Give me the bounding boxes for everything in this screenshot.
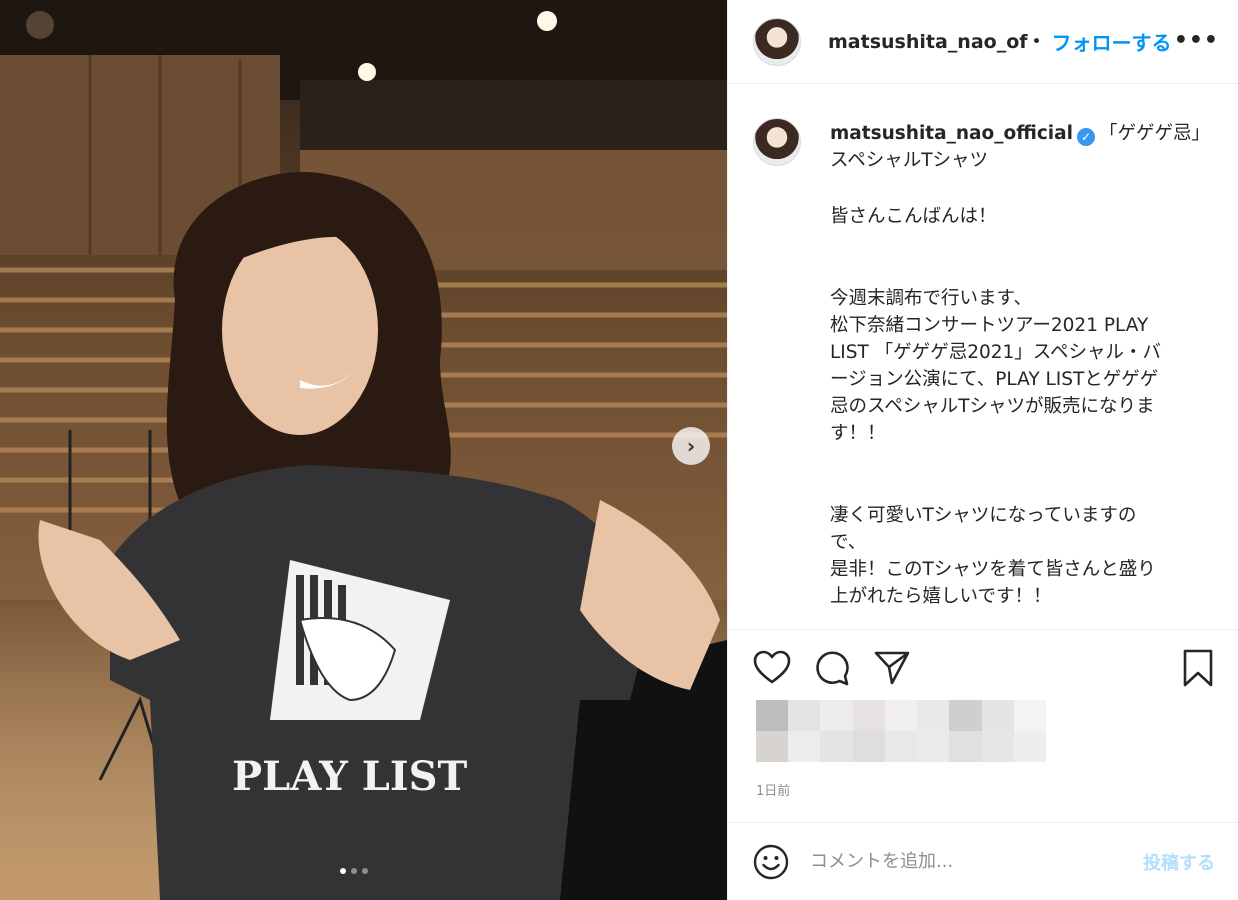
post-timestamp[interactable]: 1日前 (756, 780, 790, 799)
caption-username[interactable]: matsushita_nao_official (830, 123, 1073, 144)
bookmark-icon[interactable] (1178, 648, 1218, 688)
avatar[interactable] (753, 17, 801, 66)
header-separator: • (1031, 31, 1042, 52)
post-side-panel: matsushita_nao_of • フォローする ••• matsushit… (727, 0, 1238, 900)
verified-badge-icon: ✓ (1076, 128, 1095, 146)
carousel-dot (340, 868, 346, 874)
caption-line: 上がれたら嬉しいです！！ (830, 586, 1052, 607)
share-icon[interactable] (872, 648, 912, 688)
comment-icon[interactable] (812, 648, 852, 688)
caption-line: 「ゲゲゲ忌」 (1098, 123, 1210, 144)
comment-bar: 投稿する (728, 822, 1238, 900)
carousel-next-button[interactable]: › (672, 427, 710, 465)
post-photo[interactable]: PLAY LIST › (0, 0, 727, 900)
emoji-icon[interactable] (752, 843, 790, 881)
caption-line: で、 (830, 532, 867, 553)
caption-line: LIST 「ゲゲゲ忌2021」スペシャル・バ (830, 342, 1161, 363)
caption-line: 今週末調布で行います、 (830, 288, 1033, 309)
post-header: matsushita_nao_of • フォローする ••• (728, 0, 1238, 84)
caption-line: スペシャルTシャツ (830, 150, 989, 171)
caption-section: matsushita_nao_official ✓ 「ゲゲゲ忌」 スペシャルTシャツ… (728, 84, 1238, 629)
caption-line: 皆さんこんばんは！ (830, 206, 997, 227)
photo-illustration (0, 0, 727, 900)
carousel-dot (362, 868, 368, 874)
more-options-button[interactable]: ••• (1174, 28, 1219, 53)
likes-blurred (756, 700, 1046, 762)
post-comment-button[interactable]: 投稿する (1143, 849, 1215, 875)
caption-line: 松下奈緒コンサートツアー2021 PLAY (830, 315, 1149, 336)
comment-input[interactable] (810, 851, 1100, 872)
caption-line: ージョン公演にて、PLAY LISTとゲゲゲ (830, 369, 1159, 390)
follow-button[interactable]: フォローする (1052, 27, 1172, 56)
caption-text: matsushita_nao_official ✓ 「ゲゲゲ忌」 スペシャルTシャツ… (830, 120, 1215, 610)
caption-line: 忌のスペシャルTシャツが販売になりま (830, 396, 1155, 417)
caption-avatar[interactable] (753, 118, 801, 166)
caption-line: 是非！このTシャツを着て皆さんと盛り (830, 559, 1156, 580)
header-username[interactable]: matsushita_nao_of (828, 31, 1028, 53)
carousel-dots (340, 868, 368, 874)
caption-line: 凄く可愛いTシャツになっていますの (830, 505, 1137, 526)
heart-icon[interactable] (752, 648, 792, 688)
caption-line: す！！ (830, 423, 886, 444)
carousel-dot (351, 868, 357, 874)
